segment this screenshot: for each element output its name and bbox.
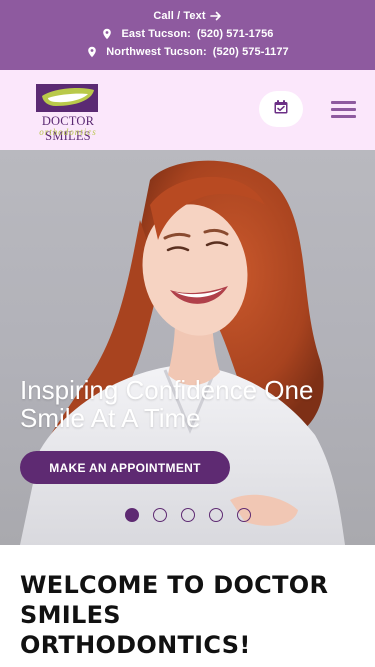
slide-dot[interactable] [237,508,251,522]
location-phone: (520) 571-1756 [196,28,274,40]
arrow-right-icon [209,10,222,22]
slider-pagination [125,508,251,522]
location-name: East Tucson: [121,28,191,40]
slide-dot[interactable] [125,508,139,522]
map-pin-icon [101,28,113,40]
calendar-check-icon [273,99,289,120]
welcome-heading: WELCOME TO DOCTOR SMILES ORTHODONTICS! [20,571,329,659]
slide-dot[interactable] [181,508,195,522]
call-text-link[interactable]: Call / Text [0,10,375,22]
site-logo[interactable]: DOCTOR SMILES orthodontics [18,84,118,143]
hero-image [20,160,345,545]
location-east-link[interactable]: East Tucson: (520) 571-1756 [0,28,375,40]
site-header: DOCTOR SMILES orthodontics [0,70,375,150]
make-appointment-button[interactable]: MAKE AN APPOINTMENT [20,451,230,484]
map-pin-icon [86,46,98,58]
location-northwest-link[interactable]: Northwest Tucson: (520) 575-1177 [0,46,375,58]
call-text-label: Call / Text [153,10,206,22]
hero-headline: Inspiring Confidence One Smile At A Time [20,375,314,433]
slide-dot[interactable] [209,508,223,522]
logo-mark [36,84,98,112]
logo-subtitle: orthodontics [39,127,97,137]
location-name: Northwest Tucson: [106,46,207,58]
slide-dot[interactable] [153,508,167,522]
location-phone: (520) 575-1177 [212,46,289,58]
contact-bar: Call / Text East Tucson: (520) 571-1756 … [0,0,375,70]
appointment-calendar-button[interactable] [259,91,303,127]
hamburger-menu-icon[interactable] [331,99,357,119]
hero-slider: Inspiring Confidence One Smile At A Time… [0,150,375,545]
